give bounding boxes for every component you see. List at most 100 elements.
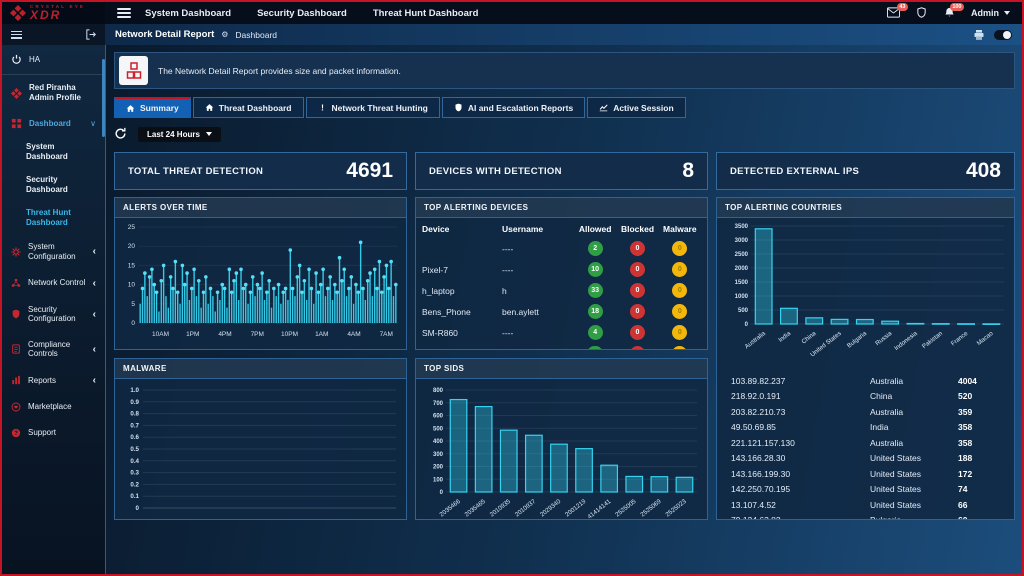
chevron-left-icon: ‹ — [93, 375, 96, 386]
sidebar-item-security-dashboard[interactable]: Security Dashboard — [2, 169, 105, 202]
table-row[interactable]: h_laptop h 33 0 0 — [416, 280, 707, 301]
sidebar-item-marketplace[interactable]: Marketplace — [2, 394, 105, 420]
top-nav: System Dashboard Security Dashboard Threat… — [145, 8, 478, 19]
ip-country: Australia — [870, 407, 958, 417]
breadcrumb-section[interactable]: Dashboard — [235, 30, 277, 40]
network-icon — [11, 278, 21, 288]
panel-top-alerting-countries: TOP ALERTING COUNTRIES 05001000150020002… — [716, 197, 1015, 520]
external-ip: 142.250.70.195 — [731, 484, 870, 494]
ip-count: 74 — [958, 484, 1000, 494]
sidebar-item-support[interactable]: ? Support — [2, 420, 105, 446]
breadcrumb-title[interactable]: Network Detail Report — [115, 29, 214, 40]
menu-hamburger-icon[interactable] — [117, 8, 131, 18]
svg-text:India: India — [777, 330, 792, 344]
sidebar-item-dashboard[interactable]: Dashboard ∨ — [2, 111, 105, 136]
top-alerting-countries-chart[interactable]: 0500100015002000250030003500AustraliaInd… — [721, 220, 1010, 366]
panel-title: MALWARE — [115, 359, 406, 379]
table-row[interactable]: Bens_Phone ben.aylett 18 0 0 — [416, 301, 707, 322]
blocked-badge: 0 — [630, 241, 645, 256]
panel-alerts-over-time: ALERTS OVER TIME 051015202510AM1PM4PM7PM… — [114, 197, 407, 350]
svg-text:4PM: 4PM — [218, 331, 231, 338]
messages-badge: 43 — [897, 3, 908, 11]
logout-icon[interactable] — [85, 29, 96, 40]
print-icon[interactable] — [973, 29, 985, 41]
ip-count: 4004 — [958, 376, 1000, 386]
svg-text:Bulgaria: Bulgaria — [846, 330, 869, 350]
sidebar-item-threat-hunt-dashboard[interactable]: Threat Hunt Dashboard — [2, 202, 105, 235]
theme-toggle[interactable] — [994, 30, 1012, 40]
top-menu-item[interactable]: Security Dashboard — [257, 8, 347, 19]
devices-column-header: Allowed — [574, 224, 616, 234]
top-menu-item[interactable]: Threat Hunt Dashboard — [373, 8, 479, 19]
malware-badge: 0 — [672, 304, 687, 319]
top-sids-chart[interactable]: 0100200300400500600700800203546620354652… — [420, 382, 703, 520]
home-icon — [126, 104, 135, 113]
tab-active-session[interactable]: Active Session — [587, 97, 685, 118]
sidebar-item-reports[interactable]: Reports‹ — [2, 367, 105, 394]
messages-icon[interactable]: 43 — [887, 7, 901, 19]
allowed-badge: 18 — [588, 304, 603, 319]
malware-badge: 0 — [672, 262, 687, 277]
sidebar-collapse-icon[interactable] — [11, 31, 22, 39]
svg-text:0.6: 0.6 — [130, 434, 139, 441]
svg-text:2525069: 2525069 — [639, 498, 663, 519]
sidebar-item-system-dashboard[interactable]: System Dashboard — [2, 136, 105, 169]
ip-country: United States — [870, 484, 958, 494]
tab-threat-dashboard[interactable]: Threat Dashboard — [193, 97, 304, 118]
svg-text:China: China — [800, 330, 817, 346]
tab-ai-and-escalation-reports[interactable]: AI and Escalation Reports — [442, 97, 585, 118]
list-item[interactable]: 79.124.62.82 Bulgaria 60 — [721, 513, 1010, 521]
list-item[interactable]: 13.107.4.52 United States 66 — [721, 497, 1010, 513]
notifications-bell-icon[interactable]: 100 — [943, 7, 957, 19]
chevron-left-icon: ‹ — [93, 309, 96, 320]
support-icon: ? — [11, 428, 21, 438]
ip-country: United States — [870, 500, 958, 510]
list-item[interactable]: 143.166.28.30 United States 188 — [721, 451, 1010, 467]
svg-text:700: 700 — [433, 401, 444, 407]
time-range-dropdown[interactable]: Last 24 Hours — [138, 127, 221, 142]
panel-top-sids: TOP SIDS 0100200300400500600700800203546… — [415, 358, 708, 520]
device-username: ---- — [502, 244, 574, 254]
sidebar-item-network-control[interactable]: Network Control‹ — [2, 270, 105, 297]
admin-menu[interactable]: Admin — [971, 8, 1010, 18]
top-right-actions: 43 100 Admin — [887, 7, 1022, 19]
malware-chart[interactable]: 1.00.90.80.70.60.50.40.30.20.10 — [119, 382, 402, 518]
blocked-badge: 0 — [630, 262, 645, 277]
list-item[interactable]: 203.82.210.73 Australia 359 — [721, 404, 1010, 420]
alerts-over-time-chart[interactable]: 051015202510AM1PM4PM7PM10PM1AM4AM7AM — [119, 221, 402, 347]
panel-top-alerting-devices: TOP ALERTING DEVICES DeviceUsernameAllow… — [415, 197, 708, 350]
exclamation-icon: ! — [318, 103, 327, 112]
sidebar-item-system-configuration[interactable]: System Configuration‹ — [2, 234, 105, 269]
list-item[interactable]: 218.92.0.191 China 520 — [721, 389, 1010, 405]
devices-column-header: Malware — [659, 224, 701, 234]
svg-text:2010937: 2010937 — [514, 498, 538, 519]
sidebar-item-label: Compliance Controls — [28, 340, 86, 359]
list-item[interactable]: 221.121.157.130 Australia 358 — [721, 435, 1010, 451]
stat-label: TOTAL THREAT DETECTION — [128, 166, 263, 177]
list-item[interactable]: 143.166.199.30 United States 172 — [721, 466, 1010, 482]
banner-text: The Network Detail Report provides size … — [158, 66, 401, 76]
table-row[interactable]: SM-R860 ---- 4 0 0 — [416, 322, 707, 343]
sidebar-item-label: Network Control — [28, 278, 85, 288]
ip-count: 60 — [958, 515, 1000, 520]
table-row[interactable]: Pixel-7 ---- 10 0 0 — [416, 259, 707, 280]
refresh-icon[interactable] — [114, 127, 128, 141]
list-item[interactable]: 103.89.82.237 Australia 4004 — [721, 373, 1010, 389]
list-item[interactable]: 49.50.69.85 India 358 — [721, 420, 1010, 436]
external-ip: 13.107.4.52 — [731, 500, 870, 510]
tab-label: Summary — [140, 103, 179, 113]
tab-summary[interactable]: Summary — [114, 97, 191, 118]
tab-network-threat-hunting[interactable]: ! Network Threat Hunting — [306, 97, 440, 118]
shield-status-icon[interactable] — [915, 7, 929, 19]
top-menu-item[interactable]: System Dashboard — [145, 8, 231, 19]
ip-count: 172 — [958, 469, 1000, 479]
sidebar-item-security-configuration[interactable]: Security Configuration‹ — [2, 297, 105, 332]
list-item[interactable]: 142.250.70.195 United States 74 — [721, 482, 1010, 498]
table-row[interactable]: ---- 2 0 0 — [416, 238, 707, 259]
devices-column-header: Blocked — [616, 224, 658, 234]
sidebar-item-ha[interactable]: HA — [2, 45, 105, 75]
sidebar-profile[interactable]: Red Piranha Admin Profile — [2, 75, 105, 111]
crystal-eye-xdr-logo[interactable]: CRYSTAL EYE XDR — [2, 2, 105, 24]
sidebar-item-compliance-controls[interactable]: Compliance Controls‹ — [2, 332, 105, 367]
table-row[interactable]: ---- 180 0 0 — [416, 343, 707, 350]
